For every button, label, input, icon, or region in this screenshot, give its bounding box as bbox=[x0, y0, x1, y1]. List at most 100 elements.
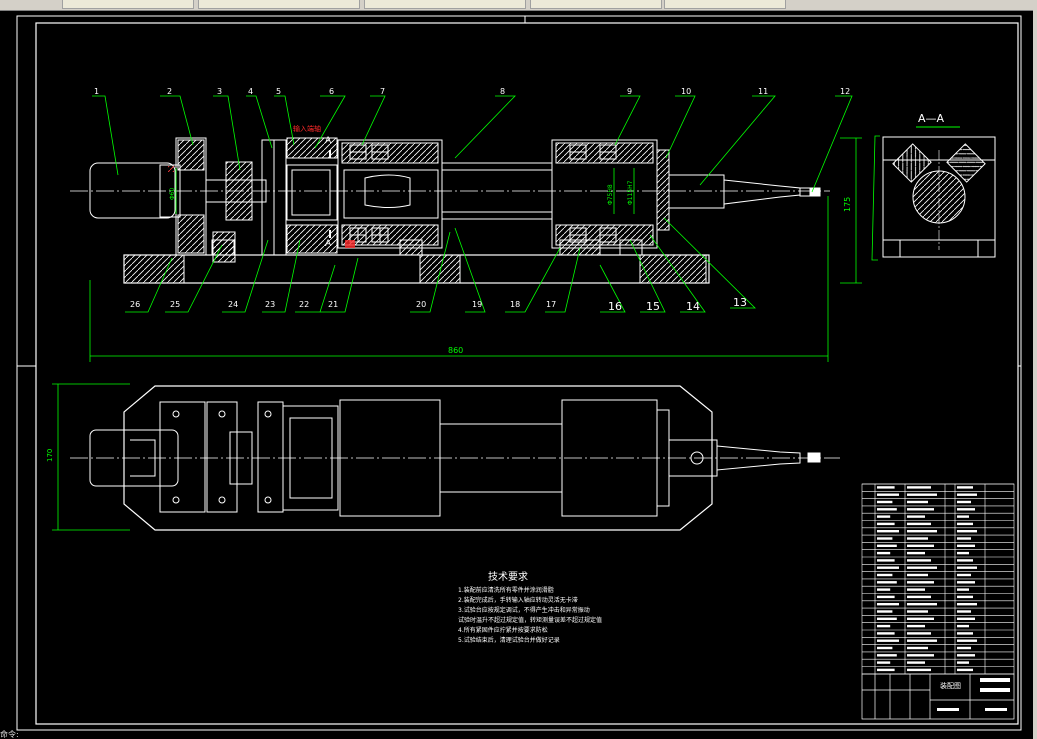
parts-list-table bbox=[861, 483, 1015, 675]
parts-list-cell bbox=[907, 486, 931, 489]
parts-list-cell bbox=[877, 544, 897, 547]
tech-req-line: 1.装配前应清洗所有零件并涂润滑脂 bbox=[458, 586, 554, 594]
parts-list-cell bbox=[957, 588, 969, 591]
part-label: 11 bbox=[758, 87, 768, 96]
parts-list-cell bbox=[957, 661, 969, 664]
parts-list-cell bbox=[907, 573, 928, 577]
part-label: 8 bbox=[500, 87, 505, 96]
parts-list-cell bbox=[877, 639, 899, 642]
parts-list-cell bbox=[907, 537, 928, 540]
parts-list-cell bbox=[877, 559, 895, 562]
parts-list-cell bbox=[907, 639, 937, 642]
part-label: 25 bbox=[170, 300, 180, 309]
parts-list-cell bbox=[957, 515, 969, 518]
parts-list-cell bbox=[957, 544, 975, 547]
parts-list-cell bbox=[877, 486, 895, 489]
parts-list-cell bbox=[907, 522, 931, 526]
parts-list-cell bbox=[877, 595, 895, 599]
parts-list-cell bbox=[877, 551, 891, 555]
dim-total-length: 860 bbox=[448, 346, 463, 355]
parts-list-cell bbox=[957, 493, 977, 496]
parts-list-cell bbox=[907, 610, 928, 613]
parts-list-cell bbox=[907, 668, 931, 672]
part-label: 26 bbox=[130, 300, 140, 309]
tab-drawing-1[interactable] bbox=[62, 0, 194, 9]
parts-list-cell bbox=[877, 515, 891, 518]
command-line[interactable]: 命令: bbox=[0, 731, 30, 739]
tech-req-line: 2.装配完成后，手转输入轴应转动灵活无卡滞 bbox=[458, 596, 578, 604]
dim-diam-3: Φ115H7 bbox=[627, 180, 634, 205]
parts-list-cell bbox=[907, 544, 934, 547]
part-label: 16 bbox=[608, 300, 622, 313]
parts-list-cell bbox=[957, 617, 975, 620]
parts-list-cell bbox=[877, 508, 897, 511]
parts-list-cell bbox=[877, 581, 897, 584]
parts-list-cell bbox=[907, 617, 934, 620]
part-label: 21 bbox=[328, 300, 338, 309]
part-label: 19 bbox=[472, 300, 482, 309]
tab-drawing-2[interactable] bbox=[198, 0, 360, 9]
tech-req-line: 5.试验结束后，清理试验台并做好记录 bbox=[458, 636, 560, 644]
part-label: 23 bbox=[265, 300, 275, 309]
parts-list-cell bbox=[957, 646, 971, 650]
parts-list-cell bbox=[907, 654, 934, 657]
plan-view bbox=[70, 385, 840, 531]
part-label: 12 bbox=[840, 87, 850, 96]
part-label: 13 bbox=[733, 296, 747, 309]
part-label: 9 bbox=[627, 87, 632, 96]
parts-list-cell bbox=[877, 537, 893, 540]
parts-list-cell bbox=[957, 500, 971, 504]
tab-drawing-5[interactable] bbox=[664, 0, 786, 9]
parts-list-cell bbox=[907, 581, 934, 584]
parts-list-cell bbox=[957, 632, 973, 635]
parts-list-cell bbox=[907, 559, 931, 562]
tech-req-line: 4.所有紧固件应拧紧并按要求防松 bbox=[458, 626, 548, 634]
parts-list-cell bbox=[877, 646, 893, 650]
part-label: 7 bbox=[380, 87, 385, 96]
tab-drawing-4[interactable] bbox=[530, 0, 662, 9]
parts-list-cell bbox=[907, 661, 925, 664]
part-leaders bbox=[92, 95, 880, 313]
parts-list-cell bbox=[957, 522, 973, 526]
part-label: 20 bbox=[416, 300, 426, 309]
parts-list-cell bbox=[957, 668, 973, 672]
parts-list-cell bbox=[877, 632, 895, 635]
parts-list-cell bbox=[957, 581, 975, 584]
parts-list-cell bbox=[957, 573, 971, 577]
parts-list-cell bbox=[907, 603, 937, 606]
parts-list-cell bbox=[877, 573, 893, 577]
part-label: 15 bbox=[646, 300, 660, 313]
cad-drawing-canvas[interactable]: 输入端轴 A A 860 175 170 Φ60 Φ75H8 Φ115H7 1 … bbox=[0, 10, 1033, 739]
parts-list-cell bbox=[877, 617, 897, 620]
parts-list-cell bbox=[877, 530, 899, 533]
parts-list-cell bbox=[907, 551, 925, 555]
parts-list-cell bbox=[907, 493, 937, 496]
part-label: 4 bbox=[248, 87, 253, 96]
parts-list-cell bbox=[877, 493, 899, 496]
parts-list-cell bbox=[957, 551, 969, 555]
part-number-labels: 1 2 3 4 5 6 7 8 9 10 11 12 13 14 15 16 1… bbox=[94, 87, 850, 313]
red-note: 输入端轴 bbox=[293, 124, 321, 133]
tech-req-title: 技术要求 bbox=[488, 570, 528, 583]
parts-list-cell bbox=[957, 537, 971, 540]
parts-list-cell bbox=[907, 515, 925, 518]
dim-height: 175 bbox=[843, 197, 852, 212]
parts-list-cell bbox=[877, 500, 893, 504]
parts-list-cell bbox=[907, 624, 925, 628]
dim-diam-1: Φ60 bbox=[169, 187, 176, 200]
parts-list-cell bbox=[957, 654, 975, 657]
section-view-title: A—A bbox=[918, 112, 945, 125]
part-label: 3 bbox=[217, 87, 222, 96]
red-hatch-mark bbox=[168, 166, 174, 172]
section-mark-top: A bbox=[325, 136, 332, 146]
parts-list-cell bbox=[877, 624, 891, 628]
part-label: 1 bbox=[94, 87, 99, 96]
parts-list-cell bbox=[957, 530, 977, 533]
section-a-a-view: A—A bbox=[882, 112, 996, 258]
tab-drawing-3[interactable] bbox=[364, 0, 526, 9]
part-label: 14 bbox=[686, 300, 700, 313]
part-label: 24 bbox=[228, 300, 238, 309]
parts-list-cell bbox=[957, 486, 973, 489]
vertical-scrollbar[interactable] bbox=[1033, 10, 1037, 739]
parts-list-cell bbox=[957, 508, 975, 511]
